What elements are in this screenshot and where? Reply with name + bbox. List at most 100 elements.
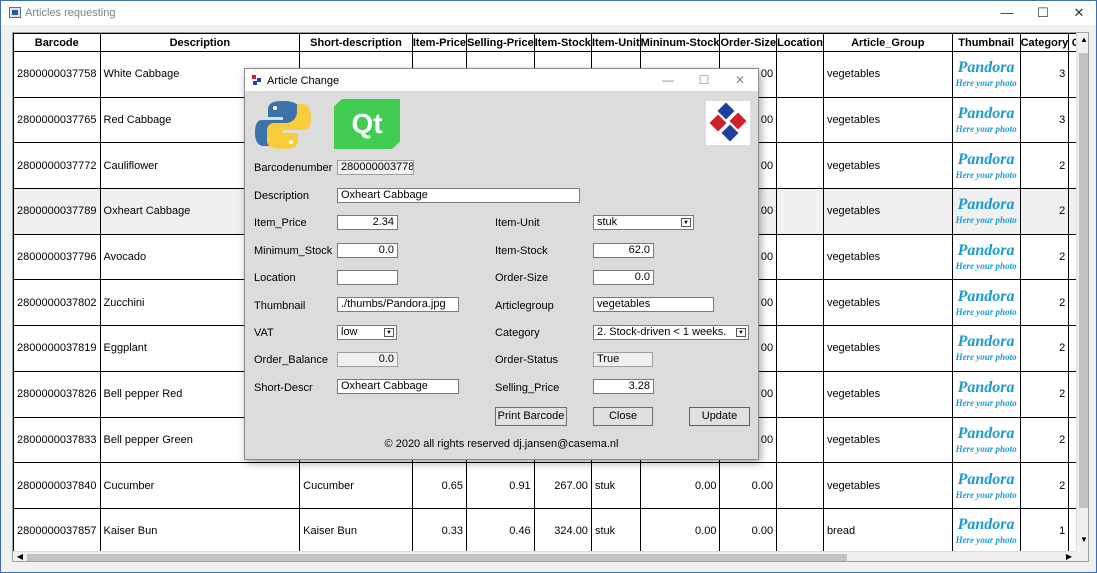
table-row[interactable]: 2800000037840 Cucumber Cucumber 0.65 0.91 267… (13, 462, 1088, 509)
column-header[interactable]: Short-description (299, 33, 413, 52)
barcode-cell[interactable]: 2800000037772 (13, 142, 101, 190)
print-barcode-button[interactable]: Print Barcode (495, 407, 567, 426)
column-header[interactable]: Article_Group (822, 33, 953, 52)
thumbnail-field[interactable]: ./thumbs/Pandora.jpg (337, 297, 459, 312)
item-stock-cell[interactable]: 324.00 (533, 507, 592, 555)
column-header[interactable]: Description (99, 33, 301, 52)
location-cell[interactable] (776, 325, 824, 372)
dialog-close-button[interactable]: ✕ (725, 69, 755, 91)
location-cell[interactable] (776, 507, 824, 555)
column-header[interactable]: Category (1019, 33, 1070, 52)
scroll-down-icon[interactable]: ▼ (1077, 533, 1088, 547)
article-group-cell[interactable]: vegetables (822, 51, 953, 98)
order-size-cell[interactable]: 0.00 (719, 462, 778, 509)
thumbnail-cell[interactable]: Pandora Here your photo (951, 51, 1021, 98)
location-cell[interactable] (776, 462, 824, 509)
category-cell[interactable]: 2 (1019, 279, 1070, 327)
barcode-cell[interactable]: 2800000037833 (13, 416, 101, 464)
article-group-cell[interactable]: vegetables (822, 325, 953, 372)
barcode-cell[interactable]: 2800000037826 (13, 370, 101, 418)
category-select[interactable]: 2. Stock-driven < 1 weeks. ▼ (593, 325, 749, 340)
thumbnail-cell[interactable]: Pandora Here your photo (951, 325, 1021, 372)
thumbnail-cell[interactable]: Pandora Here your photo (951, 279, 1021, 327)
thumbnail-cell[interactable]: Pandora Here your photo (951, 416, 1021, 464)
item-price-field[interactable]: 2.34 (337, 215, 398, 230)
order-size-field[interactable]: 0.0 (593, 270, 654, 285)
vat-select[interactable]: low ▼ (337, 325, 397, 340)
column-header[interactable]: Barcode (13, 33, 101, 52)
column-header[interactable]: Selling-Price (466, 33, 535, 52)
column-header[interactable]: Item-Stock (533, 33, 592, 52)
article-group-cell[interactable]: vegetables (822, 370, 953, 418)
minimum-stock-field[interactable]: 0.0 (337, 243, 398, 258)
article-group-cell[interactable]: vegetables (822, 96, 953, 144)
article-group-cell[interactable]: vegetables (822, 188, 953, 235)
barcode-cell[interactable]: 2800000037789 (13, 188, 101, 235)
articlegroup-field[interactable]: vegetables (593, 297, 714, 312)
article-group-cell[interactable]: vegetables (822, 279, 953, 327)
category-cell[interactable]: 2 (1019, 416, 1070, 464)
order-size-cell[interactable]: 0.00 (719, 507, 778, 555)
chevron-down-icon[interactable]: ▼ (384, 328, 394, 337)
location-field[interactable] (337, 270, 398, 285)
category-cell[interactable]: 2 (1019, 142, 1070, 190)
minimum-stock-cell[interactable]: 0.00 (639, 462, 721, 509)
item-price-cell[interactable]: 0.65 (411, 462, 468, 509)
close-dialog-button[interactable]: Close (593, 407, 653, 426)
location-cell[interactable] (776, 96, 824, 144)
barcode-cell[interactable]: 2800000037857 (13, 507, 101, 555)
close-button[interactable]: ✕ (1061, 1, 1097, 25)
item-unit-cell[interactable]: stuk (590, 507, 641, 555)
column-header[interactable]: Location (776, 33, 824, 52)
location-cell[interactable] (776, 416, 824, 464)
short-description-cell[interactable]: Kaiser Bun (299, 507, 413, 555)
location-cell[interactable] (776, 188, 824, 235)
thumbnail-cell[interactable]: Pandora Here your photo (951, 96, 1021, 144)
column-header[interactable]: Mininum-Stock (639, 33, 721, 52)
barcode-cell[interactable]: 2800000037840 (13, 462, 101, 509)
dialog-minimize-button[interactable]: — (653, 69, 683, 91)
thumbnail-cell[interactable]: Pandora Here your photo (951, 142, 1021, 190)
scroll-up-icon[interactable]: ▲ (1077, 33, 1088, 47)
category-cell[interactable]: 3 (1019, 96, 1070, 144)
item-unit-select[interactable]: stuk ▼ (593, 215, 694, 230)
barcode-cell[interactable]: 2800000037802 (13, 279, 101, 327)
thumbnail-cell[interactable]: Pandora Here your photo (951, 370, 1021, 418)
vertical-scroll-thumb[interactable] (1079, 53, 1088, 508)
article-group-cell[interactable]: vegetables (822, 142, 953, 190)
article-group-cell[interactable]: vegetables (822, 233, 953, 281)
location-cell[interactable] (776, 51, 824, 98)
column-header[interactable]: Item-Price (411, 33, 468, 52)
article-group-cell[interactable]: bread (822, 507, 953, 555)
column-header[interactable]: Thumbnail (951, 33, 1021, 52)
category-cell[interactable]: 2 (1019, 233, 1070, 281)
update-button[interactable]: Update (689, 407, 750, 426)
category-cell[interactable]: 2 (1019, 370, 1070, 418)
column-header[interactable]: Item-Unit (590, 33, 641, 52)
item-price-cell[interactable]: 0.33 (411, 507, 468, 555)
description-cell[interactable]: Cucumber (99, 462, 301, 509)
location-cell[interactable] (776, 142, 824, 190)
maximize-button[interactable]: ☐ (1025, 1, 1061, 25)
location-cell[interactable] (776, 370, 824, 418)
dialog-maximize-button[interactable]: ☐ (689, 69, 719, 91)
minimum-stock-cell[interactable]: 0.00 (639, 507, 721, 555)
category-cell[interactable]: 2 (1019, 462, 1070, 509)
thumbnail-cell[interactable]: Pandora Here your photo (951, 188, 1021, 235)
location-cell[interactable] (776, 279, 824, 327)
category-cell[interactable]: 1 (1019, 507, 1070, 555)
selling-price-field[interactable]: 3.28 (593, 379, 654, 394)
description-cell[interactable]: Kaiser Bun (99, 507, 301, 555)
thumbnail-cell[interactable]: Pandora Here your photo (951, 462, 1021, 509)
minimize-button[interactable]: — (989, 1, 1025, 25)
table-row[interactable]: 2800000037857 Kaiser Bun Kaiser Bun 0.33 0.4… (13, 507, 1088, 555)
thumbnail-cell[interactable]: Pandora Here your photo (951, 233, 1021, 281)
selling-price-cell[interactable]: 0.46 (466, 507, 535, 555)
selling-price-cell[interactable]: 0.91 (466, 462, 535, 509)
vertical-scrollbar[interactable]: ▲ ▼ (1076, 33, 1088, 551)
barcode-cell[interactable]: 2800000037758 (13, 51, 101, 98)
chevron-down-icon[interactable]: ▼ (736, 328, 746, 337)
scroll-right-icon[interactable]: ▶ (1062, 551, 1076, 561)
horizontal-scrollbar[interactable]: ◀ ▶ (13, 551, 1076, 561)
category-cell[interactable]: 3 (1019, 51, 1070, 98)
